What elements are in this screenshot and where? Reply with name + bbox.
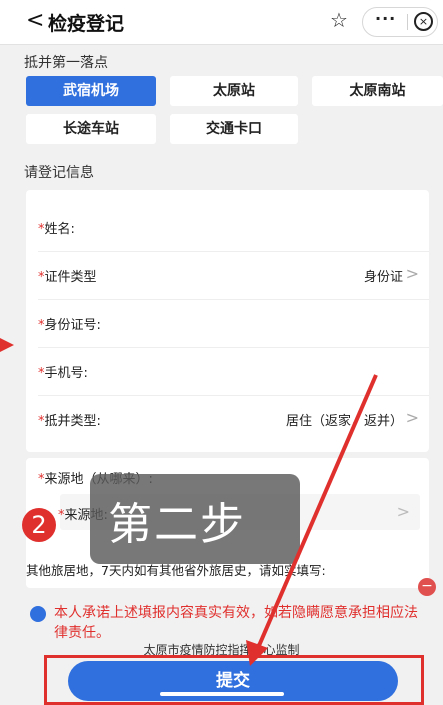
arrival-option-bus-station[interactable]: 长途车站 — [26, 114, 156, 144]
step-overlay: 第二步 — [90, 474, 300, 564]
register-section-label: 请登记信息 — [24, 165, 94, 181]
name-label: *姓名: — [38, 222, 75, 237]
phone-row[interactable]: *手机号: — [26, 348, 429, 396]
arrow-pointer-icon — [0, 338, 14, 352]
id-type-row[interactable]: *证件类型 身份证 > — [26, 252, 429, 300]
arrival-section-label: 抵并第一落点 — [24, 55, 108, 71]
id-number-label: *身份证号: — [38, 318, 101, 333]
home-indicator — [160, 692, 284, 696]
step-text: 第二步 — [108, 499, 246, 550]
id-number-row[interactable]: *身份证号: — [26, 300, 429, 348]
page-title: 检疫登记 — [48, 13, 125, 35]
arrival-option-taiyuan-station[interactable]: 太原站 — [170, 76, 298, 106]
remove-icon[interactable]: − — [418, 578, 436, 596]
id-type-value: 身份证 — [363, 270, 403, 285]
pledge-text: 本人承诺上述填报内容真实有效，如若隐瞒愿意承担相应法律责任。 — [54, 605, 418, 641]
chevron-right-icon: > — [396, 502, 410, 521]
star-icon[interactable]: ☆ — [330, 8, 348, 32]
entry-type-row[interactable]: *抵并类型: 居住（返家，返并） > — [26, 396, 429, 444]
more-icon[interactable]: ··· — [375, 9, 396, 28]
chevron-right-icon: > — [405, 264, 419, 283]
step-number-badge: 2 — [22, 508, 56, 542]
registration-form: *姓名: *证件类型 身份证 > *身份证号: *手机号: *抵并类型: 居住（… — [26, 190, 429, 452]
arrival-option-traffic-checkpoint[interactable]: 交通卡口 — [170, 114, 298, 144]
name-row[interactable]: *姓名: — [26, 204, 429, 252]
arrival-option-wusu-airport[interactable]: 武宿机场 — [26, 76, 156, 106]
pledge-checkbox[interactable] — [30, 606, 46, 622]
top-bar: < 检疫登记 ☆ ··· × — [0, 0, 443, 45]
close-icon[interactable]: × — [414, 12, 433, 31]
arrival-option-taiyuan-south-station[interactable]: 太原南站 — [312, 76, 443, 106]
entry-type-label: *抵并类型: — [38, 414, 101, 429]
entry-type-value: 居住（返家，返并） — [285, 414, 403, 429]
back-icon[interactable]: < — [26, 6, 44, 36]
mini-program-capsule: ··· × — [362, 7, 438, 37]
id-type-label: *证件类型 — [38, 270, 97, 285]
chevron-right-icon: > — [405, 408, 419, 427]
phone-label: *手机号: — [38, 366, 88, 381]
capsule-divider — [407, 14, 408, 30]
